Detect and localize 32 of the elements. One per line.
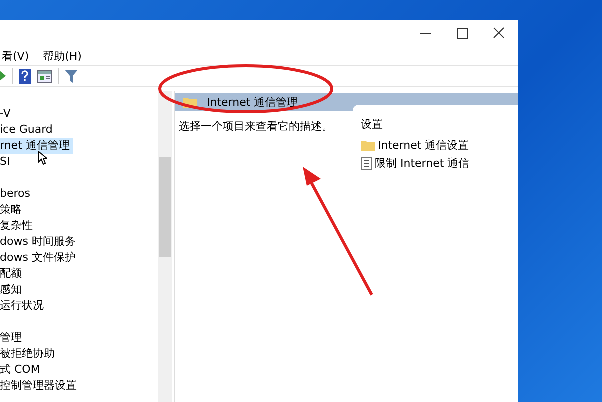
description-text: 选择一个项目来查看它的描述。 bbox=[179, 120, 333, 133]
help-icon[interactable] bbox=[19, 68, 31, 84]
scrollbar[interactable] bbox=[158, 91, 172, 402]
tree-item[interactable]: 被拒绝协助 bbox=[0, 346, 58, 362]
tree-item[interactable]: dows 时间服务 bbox=[0, 234, 79, 250]
properties-icon[interactable] bbox=[37, 70, 52, 82]
setting-item[interactable]: Internet 通信设置 bbox=[378, 138, 470, 153]
menu-item[interactable]: 帮助(H) bbox=[43, 49, 82, 64]
tree-item[interactable]: 式 COM bbox=[0, 362, 44, 378]
filter-icon[interactable] bbox=[65, 70, 78, 82]
folder-icon bbox=[361, 140, 375, 151]
tree-item[interactable]: 管理 bbox=[0, 330, 25, 346]
tree-item[interactable]: 复杂性 bbox=[0, 218, 36, 234]
tree-item[interactable]: SI bbox=[0, 154, 14, 170]
forward-arrow-icon[interactable] bbox=[0, 69, 6, 83]
tree-item[interactable]: dows 文件保护 bbox=[0, 250, 79, 266]
tree-item[interactable]: beros bbox=[0, 186, 34, 202]
tree-item[interactable]: 控制管理器设置 bbox=[0, 378, 80, 394]
detail-title: Internet 通信管理 bbox=[207, 94, 298, 110]
tree-item[interactable]: rnet 通信管理 bbox=[0, 138, 73, 154]
tree-item[interactable]: -V bbox=[0, 106, 14, 122]
mouse-cursor-icon bbox=[38, 151, 47, 165]
tree-item[interactable]: 策略 bbox=[0, 202, 25, 218]
menu-item[interactable]: 看(V) bbox=[2, 49, 30, 64]
column-heading: 设置 bbox=[361, 117, 384, 132]
scrollbar-thumb[interactable] bbox=[159, 157, 171, 257]
tree-item[interactable]: 运行状况 bbox=[0, 298, 47, 314]
tree-item[interactable]: 配额 bbox=[0, 266, 25, 282]
setting-item[interactable]: 限制 Internet 通信 bbox=[375, 156, 470, 171]
tree-item[interactable]: ice Guard bbox=[0, 122, 56, 138]
policy-icon bbox=[361, 157, 372, 170]
tree-item[interactable]: 感知 bbox=[0, 282, 25, 298]
